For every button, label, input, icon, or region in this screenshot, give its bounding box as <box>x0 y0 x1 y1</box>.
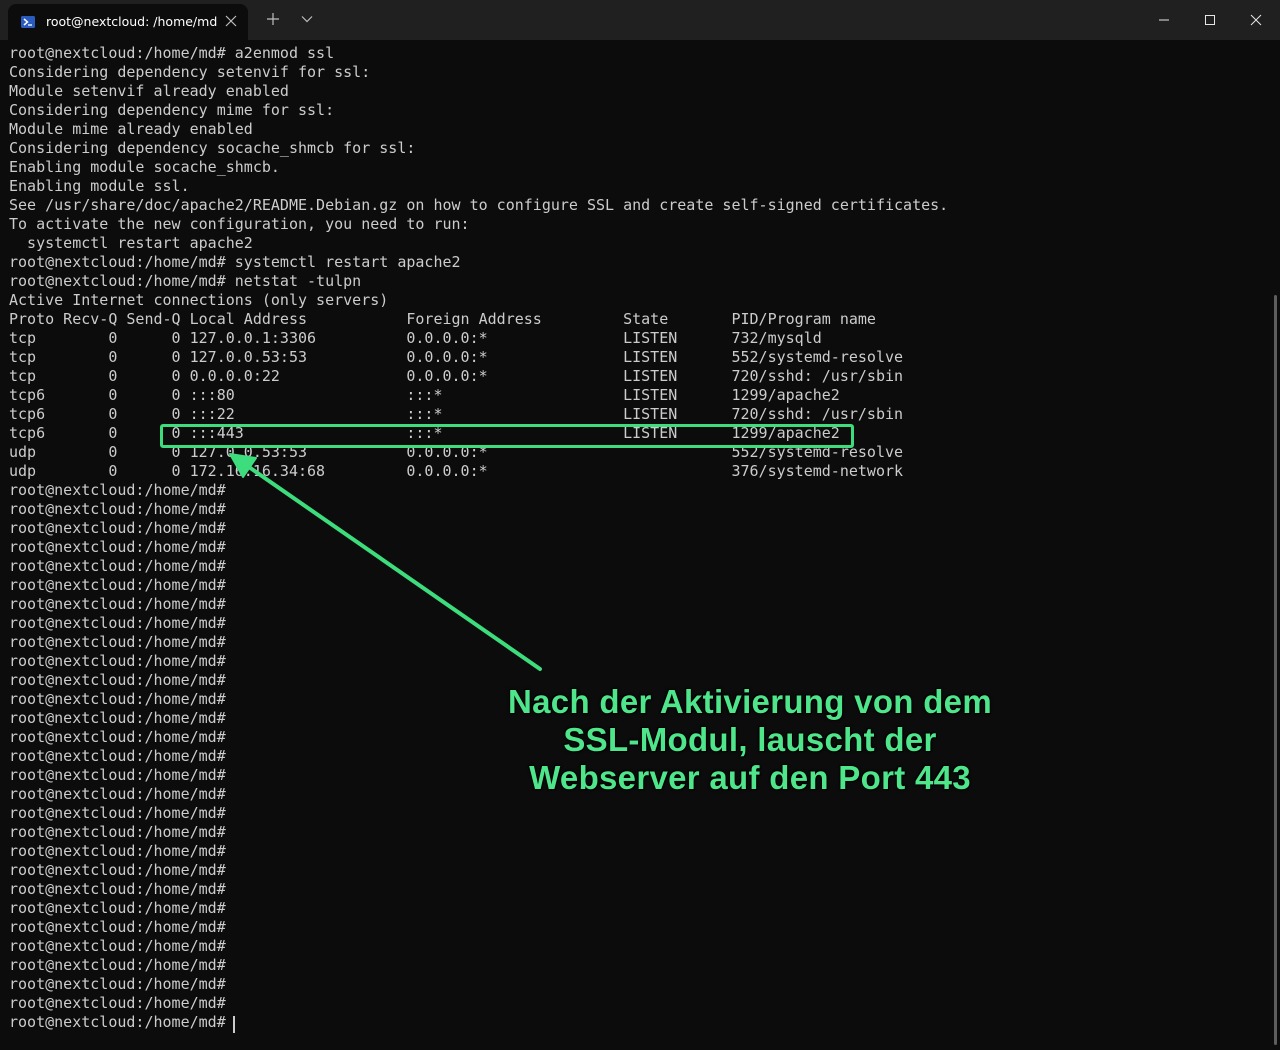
terminal-line: root@nextcloud:/home/md# <box>9 519 226 537</box>
terminal-line: root@nextcloud:/home/md# <box>9 614 226 632</box>
minimize-icon[interactable] <box>1152 8 1176 32</box>
terminal-line: root@nextcloud:/home/md# <box>9 1013 226 1031</box>
terminal-line: root@nextcloud:/home/md# <box>9 994 226 1012</box>
terminal-line: root@nextcloud:/home/md# a2enmod ssl <box>9 44 335 62</box>
terminal-line: udp 0 0 172.16.16.34:68 0.0.0.0:* 376/sy… <box>9 462 904 480</box>
annotation-line: Webserver auf den Port 443 <box>529 759 971 796</box>
terminal-line: root@nextcloud:/home/md# netstat -tulpn <box>9 272 362 290</box>
terminal-line: Module mime already enabled <box>9 120 253 138</box>
terminal-line: root@nextcloud:/home/md# <box>9 576 226 594</box>
terminal-line: tcp 0 0 127.0.0.1:3306 0.0.0.0:* LISTEN … <box>9 329 822 347</box>
terminal-line: root@nextcloud:/home/md# <box>9 500 226 518</box>
terminal-line: Considering dependency mime for ssl: <box>9 101 335 119</box>
terminal-line: Considering dependency setenvif for ssl: <box>9 63 371 81</box>
terminal-line: Enabling module ssl. <box>9 177 190 195</box>
terminal-line: tcp 0 0 127.0.0.53:53 0.0.0.0:* LISTEN 5… <box>9 348 904 366</box>
text-cursor <box>233 1016 235 1033</box>
terminal-line: Module setenvif already enabled <box>9 82 289 100</box>
terminal-line: root@nextcloud:/home/md# <box>9 595 226 613</box>
terminal-line: See /usr/share/doc/apache2/README.Debian… <box>9 196 949 214</box>
terminal-line: systemctl restart apache2 <box>9 234 253 252</box>
terminal-line: root@nextcloud:/home/md# <box>9 538 226 556</box>
terminal-line: root@nextcloud:/home/md# systemctl resta… <box>9 253 461 271</box>
terminal-line: root@nextcloud:/home/md# <box>9 652 226 670</box>
terminal-line: tcp6 0 0 :::80 :::* LISTEN 1299/apache2 <box>9 386 840 404</box>
terminal-line: tcp 0 0 0.0.0.0:22 0.0.0.0:* LISTEN 720/… <box>9 367 904 385</box>
terminal-line: root@nextcloud:/home/md# <box>9 861 226 879</box>
terminal-line: root@nextcloud:/home/md# <box>9 975 226 993</box>
close-icon[interactable] <box>1244 8 1268 32</box>
terminal-line: Enabling module socache_shmcb. <box>9 158 280 176</box>
terminal-line: root@nextcloud:/home/md# <box>9 804 226 822</box>
terminal-window: root@nextcloud: /home/md root@nextcloud:… <box>0 0 1280 1050</box>
terminal-line: root@nextcloud:/home/md# <box>9 823 226 841</box>
close-icon[interactable] <box>224 14 238 28</box>
terminal-line: root@nextcloud:/home/md# <box>9 918 226 936</box>
terminal-line: root@nextcloud:/home/md# <box>9 937 226 955</box>
title-bar[interactable]: root@nextcloud: /home/md <box>0 0 1280 40</box>
terminal-line: To activate the new configuration, you n… <box>9 215 470 233</box>
highlight-box <box>160 424 854 448</box>
terminal-line: Considering dependency socache_shmcb for… <box>9 139 416 157</box>
terminal-icon <box>20 14 36 30</box>
annotation-text: Nach der Aktivierung von dem SSL-Modul, … <box>470 683 1030 797</box>
maximize-icon[interactable] <box>1198 8 1222 32</box>
terminal-line: root@nextcloud:/home/md# <box>9 557 226 575</box>
annotation-line: Nach der Aktivierung von dem <box>508 683 992 720</box>
terminal-line: root@nextcloud:/home/md# <box>9 956 226 974</box>
terminal-line: root@nextcloud:/home/md# <box>9 842 226 860</box>
tab-title: root@nextcloud: /home/md <box>46 14 218 29</box>
terminal-output[interactable]: root@nextcloud:/home/md# a2enmod ssl Cons… <box>9 44 1259 1044</box>
terminal-line: root@nextcloud:/home/md# <box>9 481 226 499</box>
terminal-line: Active Internet connections (only server… <box>9 291 389 309</box>
terminal-line: root@nextcloud:/home/md# <box>9 880 226 898</box>
chevron-down-icon[interactable] <box>300 12 314 26</box>
annotation-line: SSL-Modul, lauscht der <box>563 721 937 758</box>
terminal-line: root@nextcloud:/home/md# <box>9 633 226 651</box>
plus-icon[interactable] <box>266 12 280 26</box>
scrollbar[interactable] <box>1274 295 1277 1045</box>
terminal-line: Proto Recv-Q Send-Q Local Address Foreig… <box>9 310 876 328</box>
terminal-line: root@nextcloud:/home/md# <box>9 899 226 917</box>
tab-terminal[interactable]: root@nextcloud: /home/md <box>8 4 248 40</box>
terminal-line: tcp6 0 0 :::22 :::* LISTEN 720/sshd: /us… <box>9 405 904 423</box>
